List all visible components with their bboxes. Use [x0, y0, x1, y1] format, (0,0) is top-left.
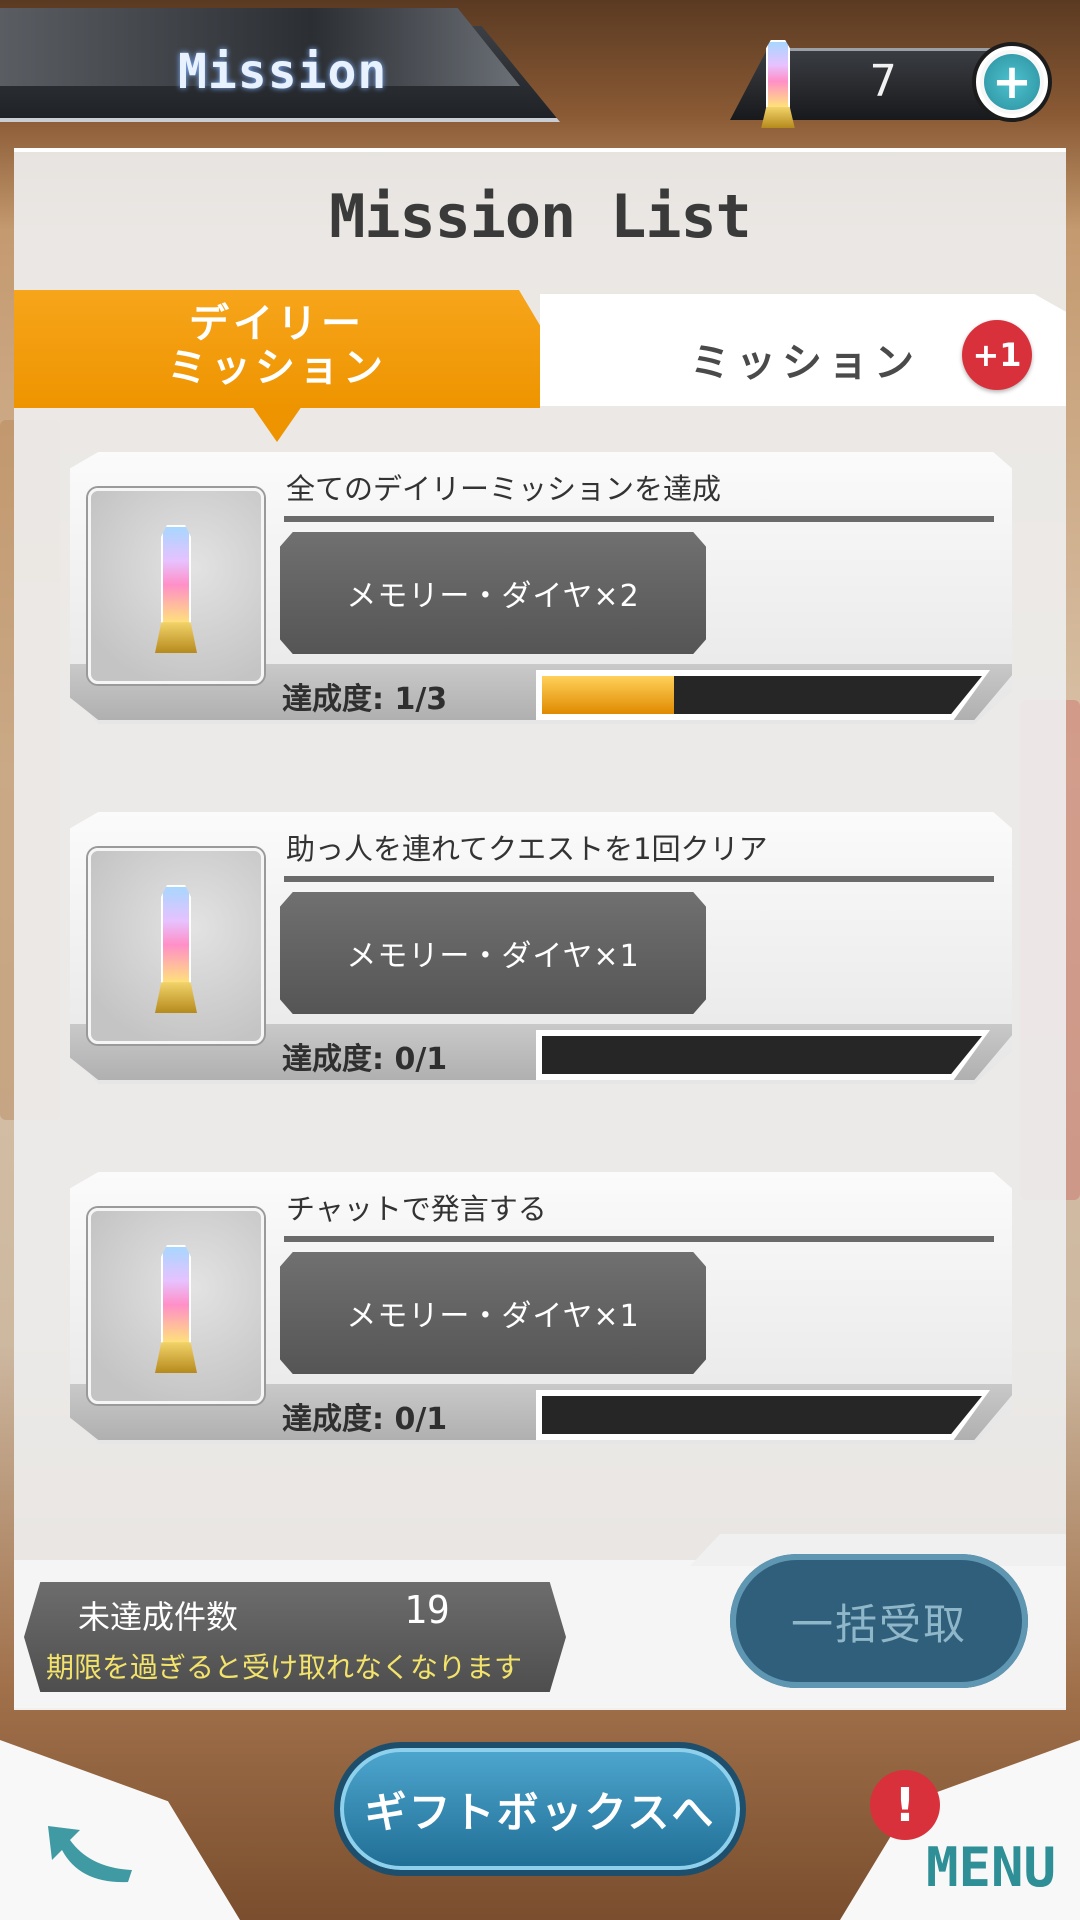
mission-card: 助っ人を連れてクエストを1回クリア メモリー・ダイヤ×1 達成度: 0/1	[70, 812, 1012, 1084]
reward-label: メモリー・ダイヤ×2	[280, 532, 706, 654]
notification-badge: +1	[962, 320, 1032, 390]
mission-divider	[284, 876, 994, 882]
progress-bar	[542, 1396, 982, 1434]
memory-diamond-icon	[151, 525, 201, 653]
progress-label: 達成度: 0/1	[282, 1042, 448, 1077]
currency-count: 7	[870, 56, 897, 107]
mission-card: チャットで発言する メモリー・ダイヤ×1 達成度: 0/1	[70, 1172, 1012, 1444]
progress-bar	[542, 1036, 982, 1074]
receive-all-button[interactable]: 一括受取	[730, 1554, 1028, 1688]
memory-diamond-icon	[151, 885, 201, 1013]
progress-bar	[542, 676, 982, 714]
gift-box-button[interactable]: ギフトボックスへ	[334, 1742, 746, 1876]
mission-divider	[284, 1236, 994, 1242]
menu-button[interactable]: MENU	[926, 1836, 1056, 1899]
mission-title: 助っ人を連れてクエストを1回クリア	[286, 832, 768, 866]
expiry-note: 期限を過ぎると受け取れなくなります	[46, 1651, 523, 1684]
progress-label: 達成度: 0/1	[282, 1402, 448, 1437]
back-button[interactable]	[40, 1818, 140, 1898]
receive-all-label: 一括受取	[790, 1599, 967, 1649]
reward-label: メモリー・ダイヤ×1	[280, 1252, 706, 1374]
gift-box-label: ギフトボックスへ	[364, 1787, 716, 1837]
progress-fill	[542, 676, 674, 714]
memory-diamond-icon	[151, 1245, 201, 1373]
mission-title: チャットで発言する	[286, 1192, 547, 1226]
plus-icon: +	[984, 54, 1040, 110]
alert-badge: !	[870, 1770, 940, 1840]
page-title: Mission	[178, 44, 388, 100]
reward-label: メモリー・ダイヤ×1	[280, 892, 706, 1014]
reward-icon-frame	[88, 848, 264, 1044]
mission-divider	[284, 516, 994, 522]
add-currency-button[interactable]: +	[972, 42, 1052, 122]
progress-label: 達成度: 1/3	[282, 682, 448, 717]
back-arrow-icon	[48, 1826, 132, 1883]
reward-icon-frame	[88, 1208, 264, 1404]
uncleared-count: 19	[404, 1588, 450, 1632]
memory-diamond-icon	[758, 40, 798, 128]
panel-title: Mission List	[329, 182, 751, 252]
uncleared-label: 未達成件数	[78, 1598, 239, 1636]
reward-icon-frame	[88, 488, 264, 684]
mission-title: 全てのデイリーミッションを達成	[286, 472, 722, 506]
tab-daily-mission-label: デイリー ミッション	[167, 301, 387, 391]
mission-card: 全てのデイリーミッションを達成 メモリー・ダイヤ×2 達成度: 1/3	[70, 452, 1012, 724]
tab-mission-label: ミッション	[690, 340, 920, 386]
